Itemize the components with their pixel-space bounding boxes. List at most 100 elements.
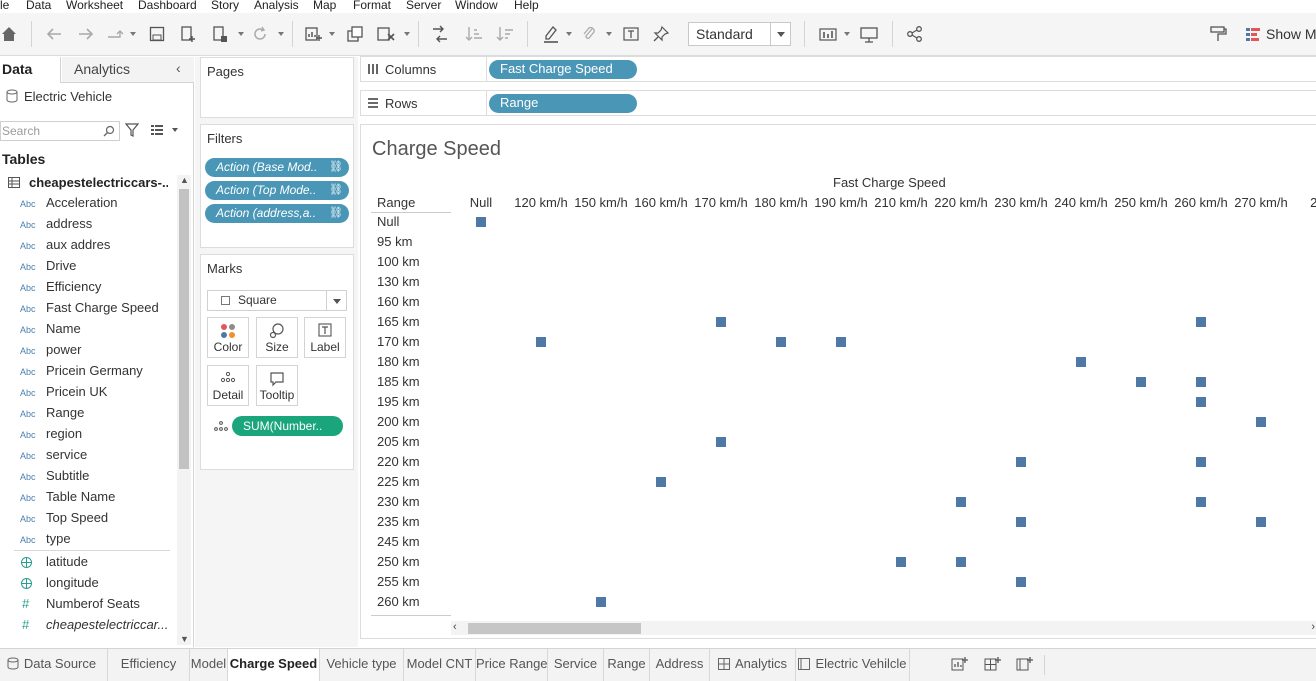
menu-window[interactable]: Window: [455, 0, 498, 12]
menu-format[interactable]: Format: [353, 0, 391, 12]
column-header[interactable]: Null: [451, 195, 511, 210]
field-item[interactable]: Abc Drive: [0, 257, 175, 278]
field-item[interactable]: Abc Subtitle: [0, 467, 175, 488]
square-mark[interactable]: [1016, 517, 1026, 527]
show-cards-icon[interactable]: [818, 23, 840, 45]
scroll-down-icon[interactable]: ▼: [180, 634, 189, 644]
pages-card[interactable]: Pages: [200, 57, 354, 118]
redo-all-icon[interactable]: [105, 23, 127, 45]
square-mark[interactable]: [956, 557, 966, 567]
viz-canvas[interactable]: Charge Speed Fast Charge Speed Range ‹ ›…: [360, 124, 1316, 639]
sheet-tab[interactable]: Range: [604, 649, 650, 681]
sheet-tab[interactable]: Efficiency: [108, 649, 190, 681]
highlight-icon[interactable]: [540, 23, 562, 45]
field-item[interactable]: Abc Name: [0, 320, 175, 341]
scroll-right-icon[interactable]: ›: [1311, 621, 1315, 633]
duplicate-sheet-icon[interactable]: [344, 23, 366, 45]
menu-dashboard[interactable]: Dashboard: [138, 0, 197, 12]
field-item[interactable]: Abc address: [0, 215, 175, 236]
square-mark[interactable]: [836, 337, 846, 347]
column-header[interactable]: 150 km/h: [571, 195, 631, 210]
column-header[interactable]: 180 km/h: [751, 195, 811, 210]
text-box-icon[interactable]: [620, 23, 642, 45]
scrollbar-thumb[interactable]: [468, 623, 641, 634]
new-worksheet-icon[interactable]: [951, 656, 969, 675]
field-item[interactable]: Abc Range: [0, 404, 175, 425]
viz-horizontal-scrollbar[interactable]: ‹ ›: [451, 621, 1316, 635]
refresh-icon[interactable]: [249, 23, 271, 45]
field-item[interactable]: Abc aux addres: [0, 236, 175, 257]
field-item[interactable]: Abc Fast Charge Speed: [0, 299, 175, 320]
undo-icon[interactable]: [43, 23, 65, 45]
square-mark[interactable]: [476, 217, 486, 227]
scroll-up-icon[interactable]: ▲: [180, 175, 189, 185]
square-mark[interactable]: [1196, 377, 1206, 387]
new-data-source-icon[interactable]: [177, 23, 199, 45]
row-header[interactable]: 255 km: [377, 574, 420, 589]
new-dashboard-icon[interactable]: [984, 656, 1002, 675]
sheet-tab[interactable]: Model: [190, 649, 228, 681]
pause-updates-icon[interactable]: [209, 23, 231, 45]
size-button[interactable]: Size: [256, 317, 298, 358]
color-button[interactable]: Color: [207, 317, 249, 358]
row-header[interactable]: 220 km: [377, 454, 420, 469]
field-item[interactable]: Abc Pricein UK: [0, 383, 175, 404]
column-header[interactable]: 250 km/h: [1111, 195, 1171, 210]
row-header[interactable]: 245 km: [377, 534, 420, 549]
column-header[interactable]: 240 km/h: [1051, 195, 1111, 210]
share-icon[interactable]: [904, 23, 926, 45]
column-header[interactable]: 170 km/h: [691, 195, 751, 210]
square-mark[interactable]: [776, 337, 786, 347]
sort-descending-icon[interactable]: [494, 23, 516, 45]
new-worksheet-icon[interactable]: [303, 23, 325, 45]
square-mark[interactable]: [1196, 397, 1206, 407]
tooltip-button[interactable]: Tooltip: [256, 365, 298, 406]
measure-pill[interactable]: SUM(Number..: [232, 416, 343, 436]
filter-pill[interactable]: Action (Base Mod.. ⛓: [205, 158, 349, 177]
row-header[interactable]: 165 km: [377, 314, 420, 329]
square-mark[interactable]: [716, 317, 726, 327]
swap-rows-columns-icon[interactable]: [429, 23, 451, 45]
row-header[interactable]: 130 km: [377, 274, 420, 289]
row-header[interactable]: 235 km: [377, 514, 420, 529]
square-mark[interactable]: [1256, 417, 1266, 427]
filter-pill[interactable]: Action (address,a.. ⛓: [205, 204, 349, 223]
square-mark[interactable]: [956, 497, 966, 507]
sheet-tab[interactable]: Data Source: [0, 649, 108, 681]
row-header[interactable]: 205 km: [377, 434, 420, 449]
tab-analytics[interactable]: Analytics: [62, 57, 194, 82]
fit-select[interactable]: Standard: [688, 22, 791, 46]
field-item[interactable]: Abc Table Name: [0, 488, 175, 509]
field-list-scrollbar[interactable]: ▲ ▼: [177, 175, 191, 645]
square-mark[interactable]: [1256, 517, 1266, 527]
square-mark[interactable]: [1196, 457, 1206, 467]
field-item[interactable]: Abc region: [0, 425, 175, 446]
column-header[interactable]: 220 km/h: [931, 195, 991, 210]
row-header[interactable]: 250 km: [377, 554, 420, 569]
rows-pill[interactable]: Range: [489, 94, 637, 113]
scroll-left-icon[interactable]: ‹: [453, 621, 457, 633]
sheet-tab[interactable]: Service: [548, 649, 604, 681]
field-item[interactable]: # Numberof Seats: [0, 595, 175, 616]
home-icon[interactable]: [0, 23, 20, 45]
square-mark[interactable]: [1136, 377, 1146, 387]
filter-pill[interactable]: Action (Top Mode.. ⛓: [205, 181, 349, 200]
row-header[interactable]: 95 km: [377, 234, 412, 249]
redo-icon[interactable]: [75, 23, 97, 45]
row-header[interactable]: Null: [377, 214, 399, 229]
sheet-tab[interactable]: Vehicle type: [320, 649, 404, 681]
square-mark[interactable]: [716, 437, 726, 447]
column-header[interactable]: 120 km/h: [511, 195, 571, 210]
new-story-icon[interactable]: [1016, 656, 1034, 675]
label-button[interactable]: Label: [304, 317, 346, 358]
row-header[interactable]: 195 km: [377, 394, 420, 409]
collapse-pane-icon[interactable]: ‹: [176, 60, 181, 76]
square-mark[interactable]: [596, 597, 606, 607]
row-header[interactable]: 180 km: [377, 354, 420, 369]
scrollbar-thumb[interactable]: [179, 189, 189, 469]
sheet-tab[interactable]: Electric Vehilcle: [796, 649, 910, 681]
menu-story[interactable]: Story: [211, 0, 239, 12]
format-painter-icon[interactable]: [1207, 23, 1229, 45]
field-item[interactable]: Abc Acceleration: [0, 194, 175, 215]
tab-data[interactable]: Data: [0, 57, 61, 83]
